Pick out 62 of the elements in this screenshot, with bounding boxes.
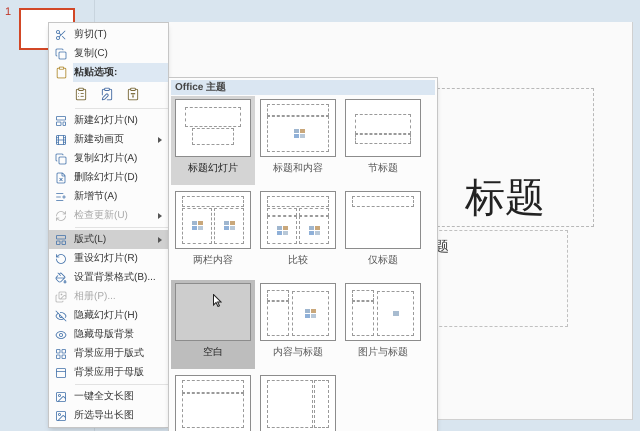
- content-placeholder-icon: [294, 129, 306, 140]
- menu-item[interactable]: 版式(L): [49, 230, 168, 249]
- menu-item[interactable]: 背景应用于母版: [49, 363, 168, 382]
- placeholder-outline: [184, 106, 242, 127]
- content-placeholder-icon: [224, 221, 236, 232]
- layout-option[interactable]: 节标题: [341, 96, 425, 185]
- layout-option[interactable]: 标题幻灯片: [171, 96, 255, 185]
- rotate-icon: [55, 252, 67, 264]
- scissors-icon: [55, 28, 67, 40]
- file-x-icon: [55, 172, 67, 184]
- content-placeholder-icon: [192, 221, 204, 232]
- menu-item[interactable]: 删除幻灯片(D): [49, 168, 168, 187]
- panel-icon: [55, 366, 67, 378]
- placeholder-outline: [352, 196, 414, 207]
- menu-item[interactable]: 设置背景格式(B)...: [49, 268, 168, 287]
- menu-item[interactable]: 复制(C): [49, 44, 168, 63]
- menu-item[interactable]: 新建动画页: [49, 130, 168, 149]
- menu-item[interactable]: 隐藏母版背景: [49, 325, 168, 344]
- menu-item[interactable]: 新增节(A): [49, 187, 168, 206]
- layout-option[interactable]: 图片与标题: [341, 280, 425, 369]
- layout-icon: [55, 234, 67, 246]
- placeholder-outline: [192, 128, 234, 145]
- image-icon: [55, 390, 67, 402]
- slide-title: 标题: [465, 175, 545, 222]
- eye-off-icon: [55, 310, 67, 322]
- content-placeholder-icon: [277, 226, 290, 236]
- menu-item[interactable]: 新建幻灯片(N): [49, 111, 168, 130]
- gallery-header: Office 主题: [171, 80, 435, 95]
- menu-item[interactable]: 重设幻灯片(R): [49, 249, 168, 268]
- copy-icon: [55, 48, 67, 60]
- refresh-icon: [55, 210, 67, 222]
- layout-option[interactable]: 标题和内容: [256, 96, 340, 185]
- layout-option[interactable]: 空白: [171, 280, 255, 369]
- layout-option[interactable]: 仅标题: [341, 188, 425, 277]
- eye-icon: [55, 328, 67, 340]
- menu-item[interactable]: 复制幻灯片(A): [49, 149, 168, 168]
- layout-option[interactable]: 内容与标题: [256, 280, 340, 369]
- content-placeholder-icon: [305, 309, 318, 320]
- clipboard-icon: [74, 87, 88, 101]
- layout-option[interactable]: 两栏内容: [171, 188, 255, 277]
- layout-option[interactable]: 比较: [256, 188, 340, 277]
- image-icon: [55, 410, 67, 422]
- menu-item[interactable]: 剪切(T): [49, 25, 168, 44]
- clipboard-icon: [126, 87, 140, 101]
- clipboard-icon: [54, 66, 68, 79]
- slide-number: 1: [5, 5, 12, 20]
- clipboard-icon: [100, 87, 114, 101]
- menu-item[interactable]: 背景应用于版式: [49, 344, 168, 363]
- menu-item[interactable]: 隐藏幻灯片(H): [49, 306, 168, 325]
- content-placeholder-icon: [309, 226, 322, 236]
- paint-bucket-icon: [55, 272, 67, 284]
- images-icon: [55, 290, 67, 302]
- list-plus-icon: [55, 190, 67, 202]
- copy-icon: [55, 152, 67, 164]
- film-icon: [55, 134, 67, 146]
- picture-placeholder-icon: [393, 310, 400, 316]
- paste-options-header: 粘贴选项:: [73, 63, 168, 82]
- cursor-icon: [213, 294, 222, 307]
- layout-icon: [55, 114, 67, 126]
- grid-icon: [55, 348, 67, 360]
- menu-item[interactable]: 所选导出长图: [49, 406, 168, 425]
- menu-item[interactable]: 一键全文长图: [49, 387, 168, 406]
